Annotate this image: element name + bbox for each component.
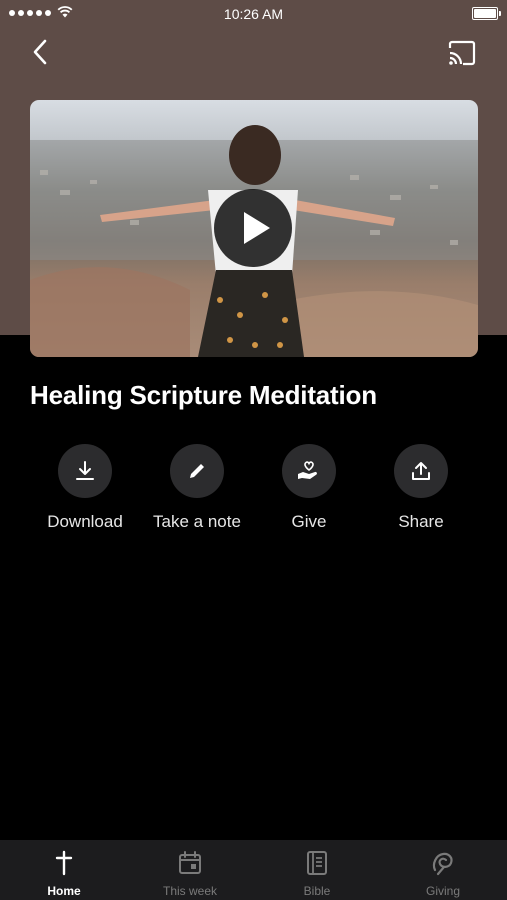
take-note-button[interactable]: Take a note — [137, 444, 257, 532]
giving-icon — [432, 852, 453, 876]
calendar-icon — [179, 851, 201, 874]
tab-this-week-label: This week — [162, 884, 218, 898]
bible-icon — [307, 851, 327, 875]
share-button[interactable]: Share — [361, 444, 481, 532]
download-button[interactable]: Download — [25, 444, 145, 532]
chevron-left-icon[interactable] — [28, 38, 54, 66]
cast-icon[interactable] — [447, 40, 477, 66]
share-icon — [412, 462, 430, 480]
heart-hand-icon — [298, 461, 317, 479]
tab-this-week[interactable]: This week — [135, 840, 245, 900]
tab-home-label: Home — [47, 884, 81, 898]
pencil-icon — [190, 464, 204, 478]
download-icon — [76, 461, 94, 480]
status-time: 10:26 AM — [223, 6, 284, 22]
cross-icon — [55, 850, 73, 876]
battery-icon — [472, 7, 501, 20]
status-bar: 10:26 AM — [0, 0, 507, 28]
give-button[interactable]: Give — [249, 444, 369, 532]
give-label: Give — [291, 512, 327, 531]
media-title: Healing Scripture Meditation — [30, 380, 377, 410]
tab-bible[interactable]: Bible — [262, 840, 372, 900]
play-icon[interactable] — [214, 189, 292, 267]
tab-home[interactable]: Home — [9, 840, 119, 900]
take-note-label: Take a note — [153, 512, 241, 531]
tab-giving-label: Giving — [425, 884, 460, 898]
share-label: Share — [398, 512, 444, 531]
download-label: Download — [47, 512, 123, 531]
tab-bar: Home This week Bible Giving — [0, 840, 507, 900]
tab-giving[interactable]: Giving — [388, 840, 498, 900]
video-player[interactable] — [30, 100, 478, 357]
tab-bible-label: Bible — [303, 884, 331, 898]
